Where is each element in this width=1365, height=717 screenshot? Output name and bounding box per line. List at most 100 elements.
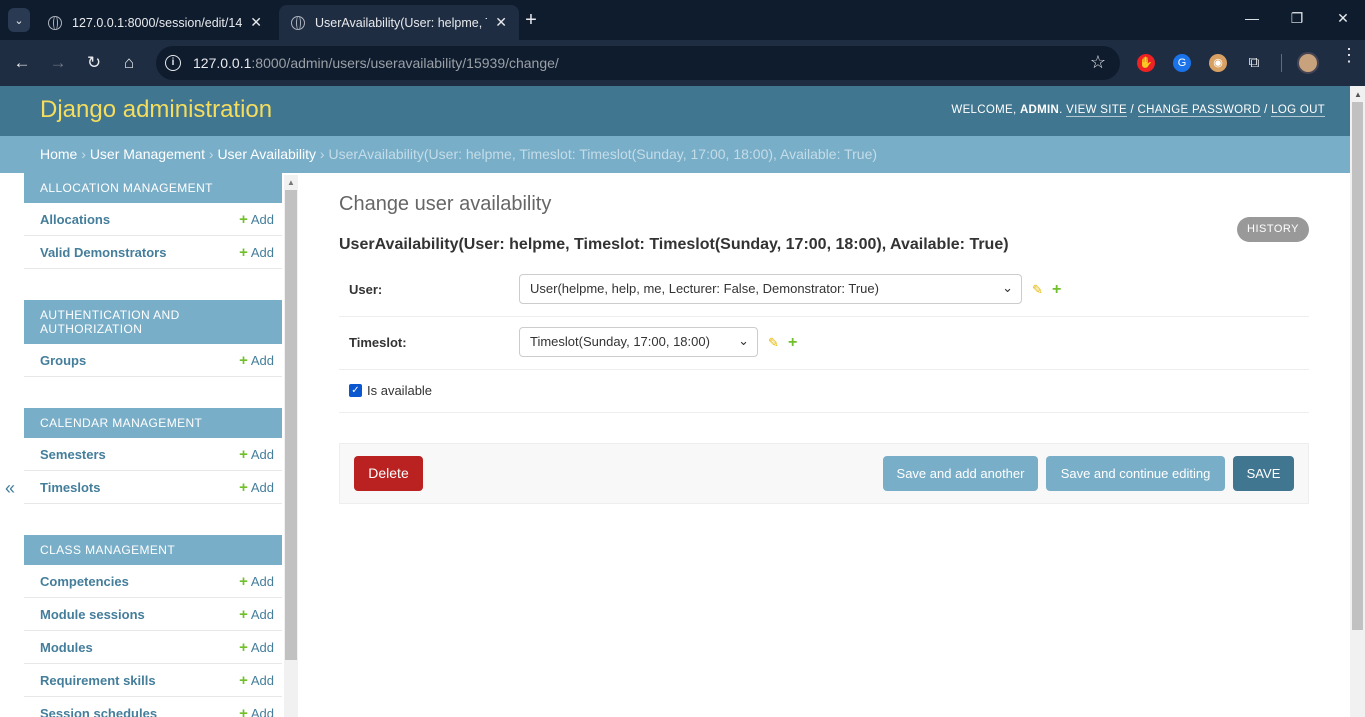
module-caption-auth[interactable]: Authentication and Authorization <box>24 300 282 344</box>
site-branding[interactable]: Django administration <box>40 96 272 124</box>
save-and-add-another-button[interactable]: Save and add another <box>883 456 1038 491</box>
plus-icon: + <box>239 704 248 717</box>
sidebar-item-groups: Groups + Add <box>24 344 282 377</box>
breadcrumb-app[interactable]: User Management <box>90 146 205 162</box>
restore-icon[interactable]: ❐ <box>1287 10 1307 27</box>
tab-search-button[interactable]: ⌄ <box>8 8 30 32</box>
forward-icon[interactable]: → <box>48 53 68 73</box>
user-select[interactable]: User(helpme, help, me, Lecturer: False, … <box>519 274 1022 304</box>
tab-title: 127.0.0.1:8000/session/edit/148 <box>72 15 243 30</box>
site-header: Django administration Welcome, admin. Vi… <box>0 86 1350 136</box>
save-button[interactable]: Save <box>1233 456 1294 491</box>
timeslot-label: Timeslot: <box>349 335 407 350</box>
reload-icon[interactable]: ↻ <box>84 53 104 73</box>
back-icon[interactable]: ← <box>12 53 32 73</box>
delete-button[interactable]: Delete <box>354 456 423 491</box>
extension-stop-icon[interactable]: ✋ <box>1137 54 1155 72</box>
add-timeslot-plus-icon[interactable]: + <box>788 335 802 351</box>
scroll-up-icon[interactable]: ▲ <box>1354 90 1362 99</box>
sidebar-item-label[interactable]: Session schedules <box>40 706 157 717</box>
plus-icon: + <box>239 638 248 656</box>
user-tools: Welcome, admin. View site / Change passw… <box>951 104 1325 117</box>
view-site-link[interactable]: View site <box>1066 104 1127 117</box>
sidebar-scrollbar[interactable]: ▲ <box>284 175 298 717</box>
new-tab-button[interactable]: + <box>520 9 542 31</box>
sidebar-item-label[interactable]: Competencies <box>40 574 129 589</box>
add-link[interactable]: + Add <box>239 606 274 623</box>
plus-icon: + <box>239 671 248 689</box>
plus-icon: + <box>239 351 248 369</box>
close-tab-icon[interactable]: ✕ <box>495 14 507 31</box>
plus-icon: + <box>239 445 248 463</box>
save-and-continue-button[interactable]: Save and continue editing <box>1046 456 1225 491</box>
close-tab-icon[interactable]: ✕ <box>250 14 262 31</box>
plus-icon: + <box>239 478 248 496</box>
sidebar-item-label[interactable]: Groups <box>40 353 86 368</box>
site-info-icon[interactable]: i <box>165 55 181 71</box>
sidebar-item-label[interactable]: Requirement skills <box>40 673 156 688</box>
add-user-plus-icon[interactable]: + <box>1052 282 1066 298</box>
plus-icon: + <box>239 243 248 261</box>
home-icon[interactable]: ⌂ <box>119 53 139 73</box>
sidebar-item-label[interactable]: Modules <box>40 640 93 655</box>
sidebar-item-label[interactable]: Module sessions <box>40 607 145 622</box>
sidebar-scroll-thumb[interactable] <box>285 190 297 660</box>
timeslot-select[interactable]: Timeslot(Sunday, 17:00, 18:00) ⌄ <box>519 327 758 357</box>
add-link[interactable]: + Add <box>239 244 274 261</box>
log-out-link[interactable]: Log out <box>1271 104 1325 117</box>
is-available-label[interactable]: Is available <box>367 383 432 398</box>
extension-translate-icon[interactable]: G <box>1173 54 1191 72</box>
sidebar-item-label[interactable]: Semesters <box>40 447 106 462</box>
sidebar-item-valid-demonstrators: Valid Demonstrators + Add <box>24 236 282 269</box>
module-caption-calendar[interactable]: Calendar Management <box>24 408 282 438</box>
sidebar-item-semesters: Semesters + Add <box>24 438 282 471</box>
globe-icon <box>48 15 62 30</box>
window-close-icon[interactable]: ✕ <box>1333 10 1353 27</box>
extension-mask-icon[interactable]: ◉ <box>1209 54 1227 72</box>
is-available-checkbox[interactable]: ✓ <box>349 384 362 397</box>
sidebar-item-timeslots: Timeslots + Add <box>24 471 282 504</box>
sidebar-item-label[interactable]: Allocations <box>40 212 110 227</box>
add-link[interactable]: + Add <box>239 573 274 590</box>
submit-row: Delete Save and add another Save and con… <box>339 443 1309 504</box>
plus-icon: + <box>239 210 248 228</box>
add-link[interactable]: + Add <box>239 705 274 717</box>
add-link[interactable]: + Add <box>239 672 274 689</box>
browser-tab-active[interactable]: UserAvailability(User: helpme, Ti ✕ <box>279 5 519 40</box>
breadcrumb-model[interactable]: User Availability <box>217 146 316 162</box>
minimize-icon[interactable]: — <box>1242 10 1262 26</box>
form-row-timeslot: Timeslot: Timeslot(Sunday, 17:00, 18:00)… <box>339 317 1309 370</box>
form-row-available: ✓ Is available <box>339 370 1309 413</box>
profile-avatar[interactable] <box>1297 52 1319 74</box>
username: admin <box>1019 104 1060 116</box>
edit-user-pencil-icon[interactable]: ✎ <box>1032 282 1046 297</box>
module-caption-class[interactable]: Class Management <box>24 535 282 565</box>
browser-menu-icon[interactable]: ⋮ <box>1340 46 1358 64</box>
edit-timeslot-pencil-icon[interactable]: ✎ <box>768 335 782 350</box>
add-link[interactable]: + Add <box>239 639 274 656</box>
history-button[interactable]: History <box>1237 217 1309 242</box>
sidebar-item-label[interactable]: Valid Demonstrators <box>40 245 166 260</box>
toolbar-divider <box>1281 54 1282 72</box>
add-link[interactable]: + Add <box>239 352 274 369</box>
change-password-link[interactable]: Change password <box>1137 104 1261 117</box>
user-label: User: <box>349 282 383 297</box>
add-link[interactable]: + Add <box>239 446 274 463</box>
scroll-up-icon[interactable]: ▲ <box>287 178 295 187</box>
page-scroll-thumb[interactable] <box>1352 102 1363 630</box>
toggle-nav-sidebar-button[interactable]: « <box>5 478 15 499</box>
add-link[interactable]: + Add <box>239 479 274 496</box>
extensions-puzzle-icon[interactable]: ⧉ <box>1245 54 1263 72</box>
url-text: 127.0.0.1:8000/admin/users/useravailabil… <box>193 55 559 71</box>
bookmark-star-icon[interactable]: ☆ <box>1090 52 1106 73</box>
page-title: Change user availability <box>339 193 552 215</box>
breadcrumb-home[interactable]: Home <box>40 146 77 162</box>
page-scrollbar[interactable]: ▲ <box>1350 86 1365 717</box>
browser-tab-inactive[interactable]: 127.0.0.1:8000/session/edit/148 ✕ <box>36 5 274 40</box>
module-caption-allocation[interactable]: Allocation Management <box>24 173 282 203</box>
sidebar-item-modules: Modules + Add <box>24 631 282 664</box>
address-bar[interactable]: i 127.0.0.1:8000/admin/users/useravailab… <box>156 46 1120 80</box>
sidebar-item-label[interactable]: Timeslots <box>40 480 100 495</box>
add-link[interactable]: + Add <box>239 211 274 228</box>
browser-tab-bar: ⌄ 127.0.0.1:8000/session/edit/148 ✕ User… <box>0 0 1365 40</box>
